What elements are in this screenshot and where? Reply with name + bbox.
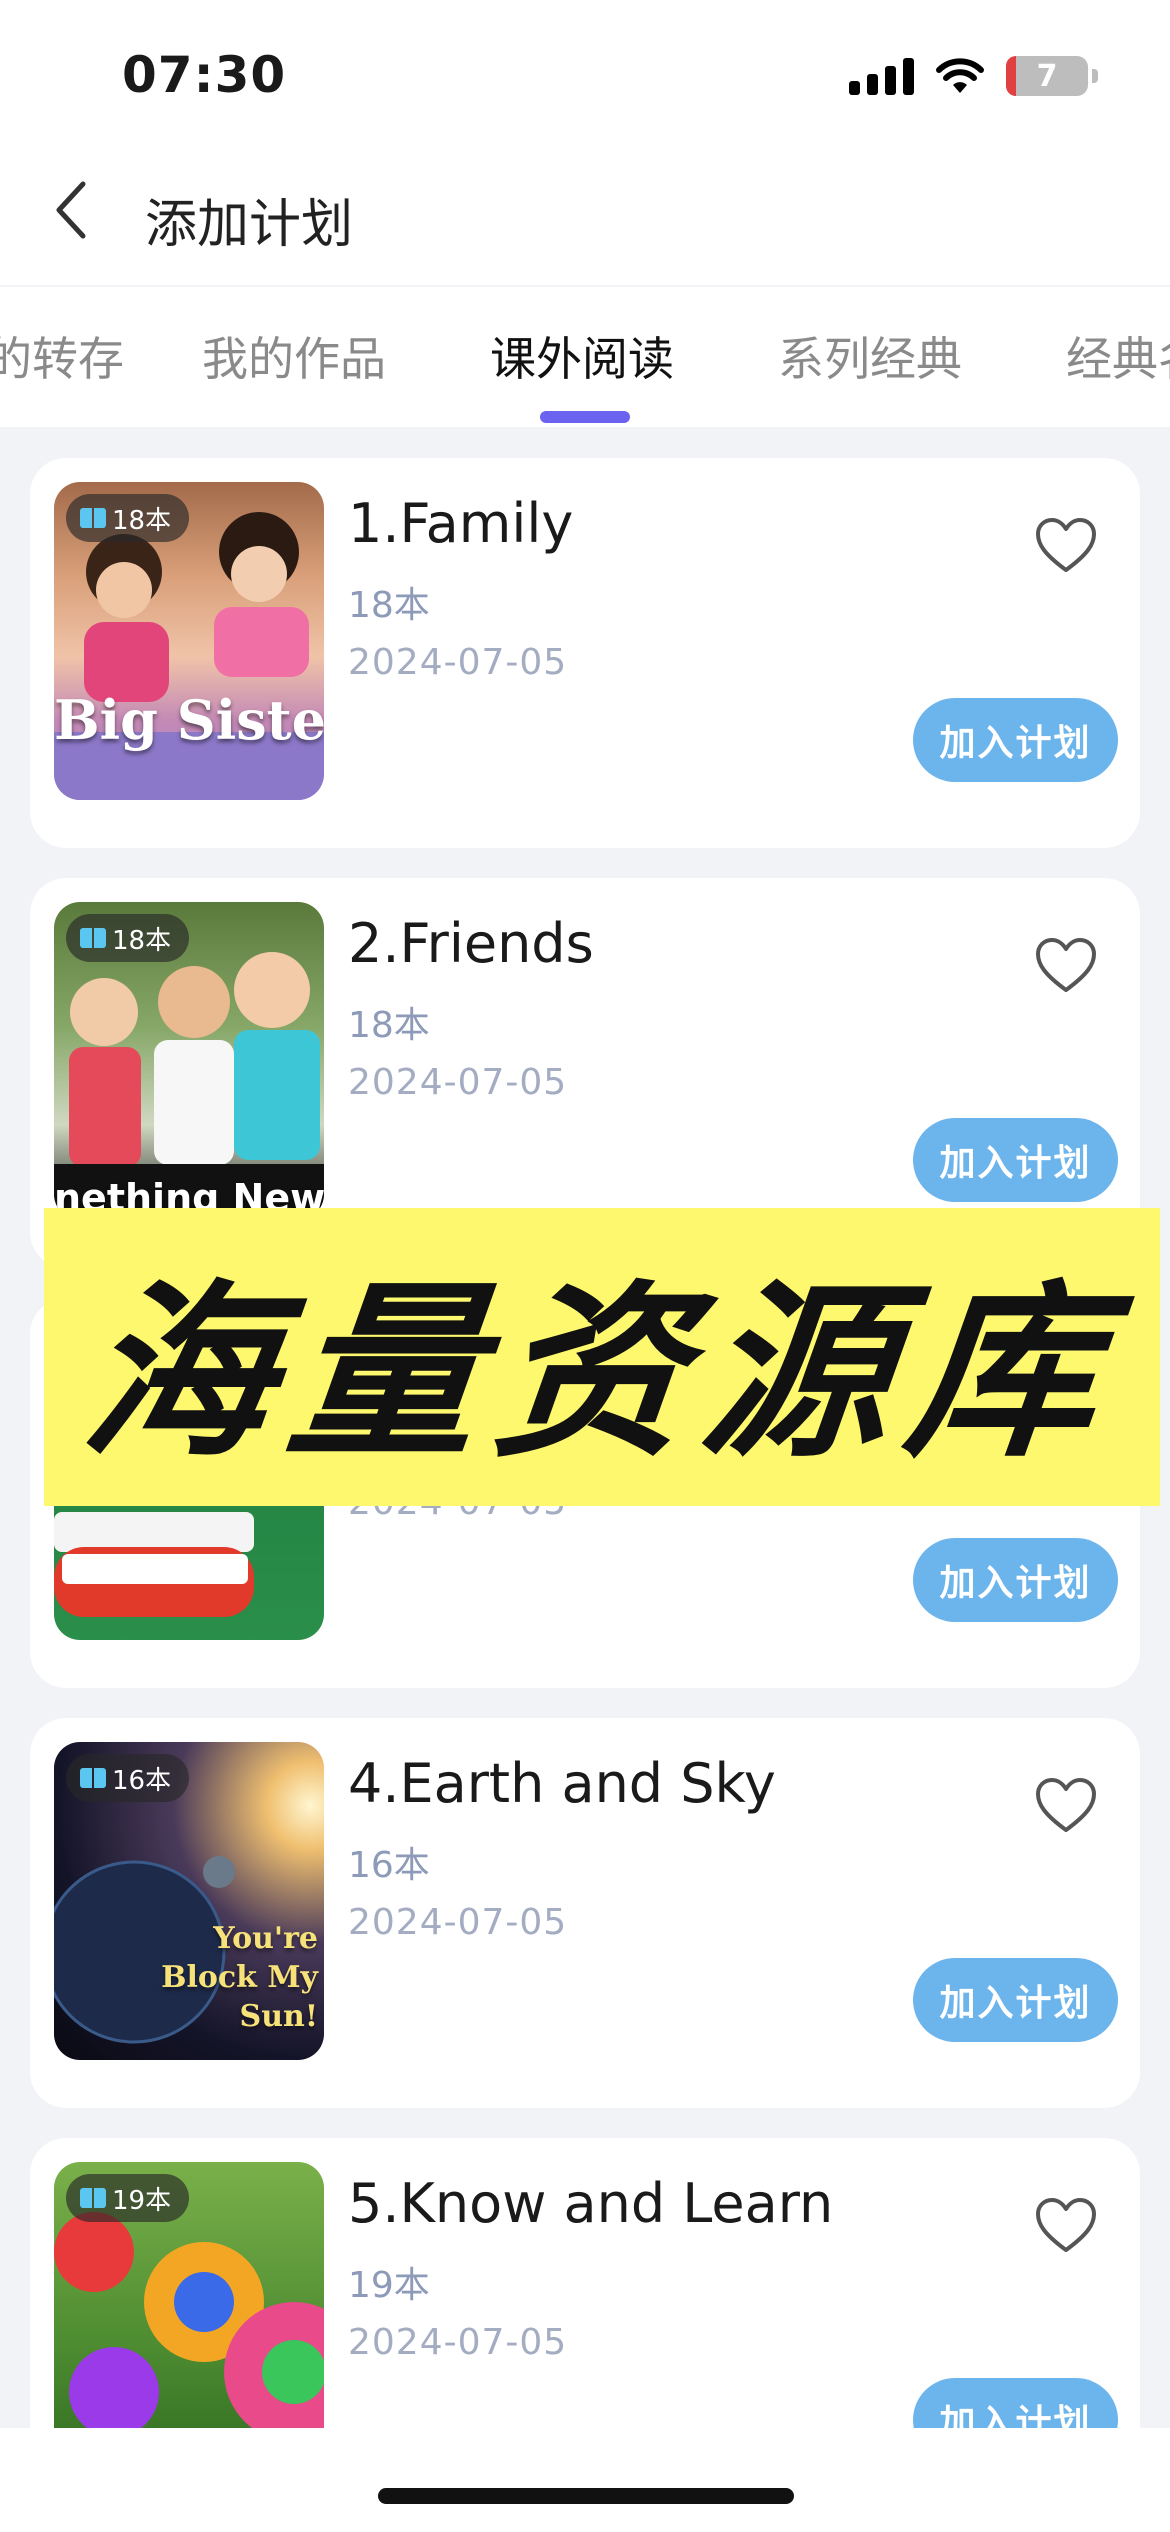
cover-title-art: You're Block My Sun!: [161, 1921, 318, 2034]
list-item[interactable]: 18本 Big Sister 1.Family 18本 2024-07-05 加…: [30, 458, 1140, 848]
add-plan-screen: 07:30 7 添加计划 的转存 我的作品 课外阅读 系列经典 经典 18本 B…: [0, 0, 1170, 2532]
tab-my-works[interactable]: 我的作品: [202, 323, 386, 389]
status-icons: 7: [849, 54, 1098, 98]
tab-classics[interactable]: 经典名: [1066, 323, 1170, 389]
book-icon: [80, 2188, 106, 2208]
heart-icon[interactable]: [1036, 2198, 1096, 2254]
heart-icon[interactable]: [1036, 518, 1096, 574]
add-to-plan-button[interactable]: 加入计划: [913, 1958, 1118, 2042]
back-button[interactable]: [36, 175, 106, 245]
book-cover: 18本 Big Sister: [54, 482, 324, 800]
item-count: 19本: [348, 2265, 430, 2306]
book-icon: [80, 1768, 106, 1788]
heart-icon[interactable]: [1036, 1778, 1096, 1834]
item-count: 18本: [348, 1005, 430, 1046]
chevron-left-icon: [56, 181, 86, 239]
book-count-badge: 19本: [66, 2174, 190, 2222]
item-title: 2.Friends: [348, 912, 594, 975]
bottom-safe-area: [0, 2428, 1170, 2532]
book-cover: 18本 nething New to: [54, 902, 324, 1220]
promo-banner-text: 海量资源库: [73, 1264, 1127, 1483]
item-title: 1.Family: [348, 492, 574, 555]
wifi-icon: [936, 58, 984, 93]
add-to-plan-button[interactable]: 加入计划: [913, 698, 1118, 782]
item-date: 2024-07-05: [348, 642, 568, 683]
status-bar: 07:30 7: [0, 0, 1170, 150]
item-title: 4.Earth and Sky: [348, 1752, 776, 1815]
book-count-badge: 18本: [66, 494, 190, 542]
signal-icon: [849, 57, 914, 95]
item-date: 2024-07-05: [348, 2322, 568, 2363]
item-count: 16本: [348, 1845, 430, 1886]
add-to-plan-button[interactable]: 加入计划: [913, 1118, 1118, 1202]
book-cover: 16本 You're Block My Sun!: [54, 1742, 324, 2060]
battery-level: 7: [1036, 58, 1058, 94]
item-date: 2024-07-05: [348, 1902, 568, 1943]
book-count-badge: 16本: [66, 1754, 190, 1802]
item-date: 2024-07-05: [348, 1062, 568, 1103]
book-count-badge: 18本: [66, 914, 190, 962]
heart-icon[interactable]: [1036, 938, 1096, 994]
tab-extracurricular-reading[interactable]: 课外阅读: [490, 323, 674, 389]
status-time: 07:30: [122, 46, 287, 104]
list-item[interactable]: 16本 You're Block My Sun! 4.Earth and Sky…: [30, 1718, 1140, 2108]
book-icon: [80, 928, 106, 948]
add-to-plan-button[interactable]: 加入计划: [913, 1538, 1118, 1622]
cover-title-art: Big Sister: [54, 688, 324, 752]
category-tabs: 的转存 我的作品 课外阅读 系列经典 经典名: [0, 287, 1170, 427]
tab-transfers[interactable]: 的转存: [0, 323, 124, 389]
home-indicator[interactable]: [378, 2488, 794, 2504]
page-title: 添加计划: [145, 195, 354, 255]
active-tab-indicator: [540, 411, 630, 423]
item-count: 18本: [348, 585, 430, 626]
tab-series-classics[interactable]: 系列经典: [778, 323, 962, 389]
battery-icon: 7: [1006, 56, 1098, 96]
item-title: 5.Know and Learn: [348, 2172, 834, 2235]
promo-banner: 海量资源库: [44, 1208, 1160, 1506]
book-icon: [80, 508, 106, 528]
nav-header: 添加计划: [0, 150, 1170, 285]
